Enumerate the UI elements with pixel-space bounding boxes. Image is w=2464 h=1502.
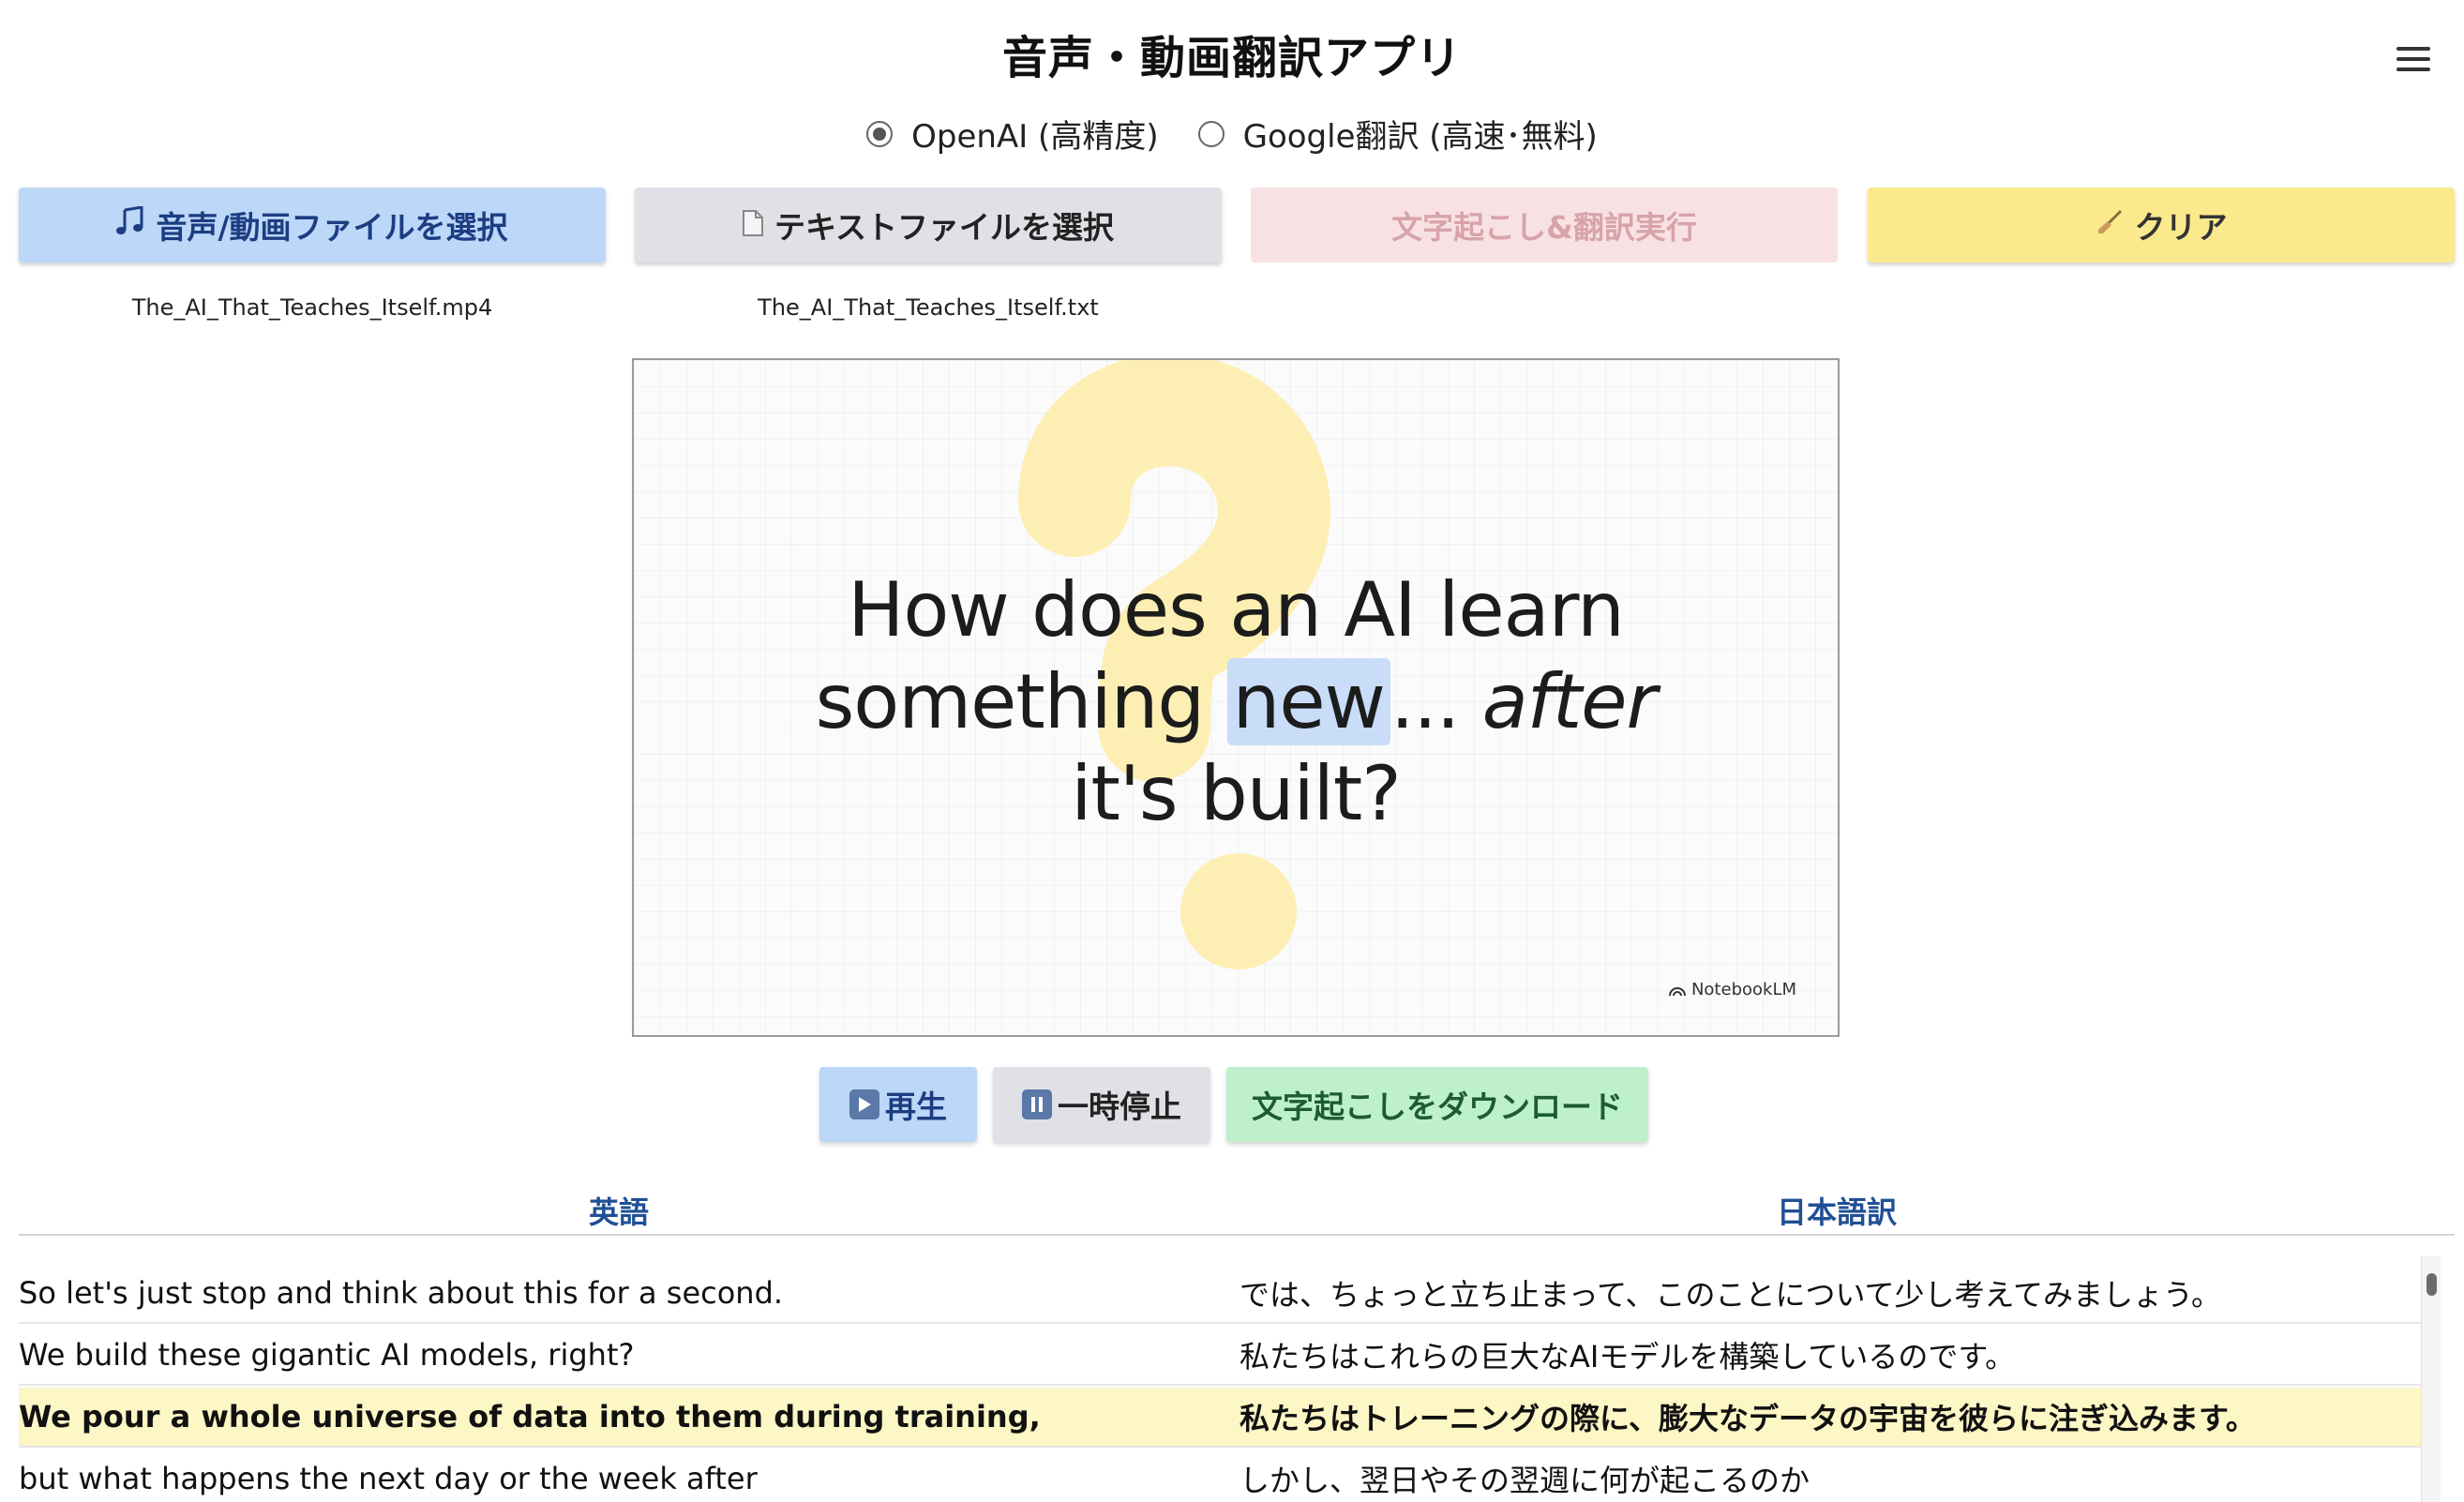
video-caption-line3: it's built? (1071, 750, 1401, 837)
selected-text-filename: The_AI_That_Teaches_Itself.txt (758, 294, 1099, 321)
engine-selector: OpenAI (高精度) Google翻訳 (高速･無料) (0, 111, 2464, 157)
transcript-table: So let's just stop and think about this … (19, 1256, 2455, 1502)
scrollbar-thumb[interactable] (2426, 1273, 2437, 1296)
video-caption-line2: something new... after (634, 656, 1838, 748)
english-cell: but what happens the next day or the wee… (19, 1461, 758, 1496)
notebooklm-watermark: NotebookLM (1668, 980, 1796, 999)
header-divider (19, 1234, 2455, 1236)
caption-italic: after (1481, 658, 1658, 745)
play-button[interactable]: 再生 (819, 1067, 977, 1142)
column-header-japanese: 日本語訳 (1776, 1194, 1897, 1230)
watermark-text: NotebookLM (1690, 980, 1796, 999)
transcript-scrollbar[interactable] (2421, 1256, 2441, 1502)
transcribe-translate-label: 文字起こし&翻訳実行 (1391, 209, 1697, 246)
pause-label: 一時停止 (1058, 1089, 1181, 1125)
english-cell: We pour a whole universe of data into th… (19, 1399, 1041, 1434)
file-icon (742, 207, 763, 244)
transcribe-translate-button[interactable]: 文字起こし&翻訳実行 (1251, 188, 1838, 263)
japanese-cell: 私たちはこれらの巨大なAIモデルを構築しているのです。 (1240, 1339, 2016, 1374)
radio-openai[interactable] (866, 120, 894, 147)
hamburger-menu-icon[interactable] (2396, 45, 2430, 73)
engine-option-openai[interactable]: OpenAI (高精度) (866, 111, 1159, 157)
english-cell: So let's just stop and think about this … (19, 1275, 784, 1311)
clear-label: クリア (2134, 209, 2228, 246)
engine-option-label: Google翻訳 (高速･無料) (1242, 118, 1598, 156)
column-header-english: 英語 (588, 1194, 649, 1230)
selected-media-filename: The_AI_That_Teaches_Itself.mp4 (131, 294, 493, 321)
engine-option-label: OpenAI (高精度) (911, 118, 1159, 156)
video-caption: How does an AI learn something new... af… (634, 564, 1838, 840)
download-transcript-label: 文字起こしをダウンロード (1252, 1089, 1623, 1125)
japanese-cell: 私たちはトレーニングの際に、膨大なデータの宇宙を彼らに注ぎ込みます。 (1240, 1401, 2256, 1436)
japanese-cell: では、ちょっと立ち止まって、このことについて少し考えてみましょう。 (1240, 1277, 2222, 1313)
select-text-button[interactable]: テキストファイルを選択 (635, 188, 1222, 263)
radio-google[interactable] (1197, 120, 1224, 147)
transcript-row[interactable]: but what happens the next day or the wee… (19, 1449, 2426, 1502)
clear-button[interactable]: クリア (1868, 188, 2455, 263)
pause-button[interactable]: 一時停止 (993, 1067, 1210, 1142)
notebooklm-logo-icon (1668, 986, 1686, 996)
play-label: 再生 (885, 1089, 947, 1125)
download-transcript-button[interactable]: 文字起こしをダウンロード (1226, 1067, 1648, 1142)
caption-text: something (815, 658, 1227, 745)
select-media-label: 音声/動画ファイルを選択 (156, 209, 508, 246)
japanese-cell: しかし、翌日やその翌週に何が起こるのか (1240, 1463, 1810, 1498)
video-caption-line1: How does an AI learn (848, 566, 1625, 653)
english-cell: We build these gigantic AI models, right… (19, 1337, 635, 1373)
transcript-row[interactable]: So let's just stop and think about this … (19, 1264, 2426, 1324)
music-note-icon (116, 205, 144, 244)
transcript-row[interactable]: We build these gigantic AI models, right… (19, 1326, 2426, 1386)
caption-text: ... (1390, 658, 1482, 745)
broom-icon (2096, 207, 2124, 244)
transcript-row-active[interactable]: We pour a whole universe of data into th… (19, 1388, 2426, 1448)
video-player[interactable]: How does an AI learn something new... af… (632, 358, 1840, 1037)
app-title: 音声・動画翻訳アプリ (1001, 32, 1462, 84)
caption-highlight: new (1226, 658, 1390, 745)
engine-option-google[interactable]: Google翻訳 (高速･無料) (1197, 111, 1598, 157)
pause-icon (1022, 1089, 1052, 1119)
play-icon (849, 1089, 879, 1119)
select-media-button[interactable]: 音声/動画ファイルを選択 (19, 188, 606, 263)
select-text-label: テキストファイルを選択 (774, 209, 1114, 246)
